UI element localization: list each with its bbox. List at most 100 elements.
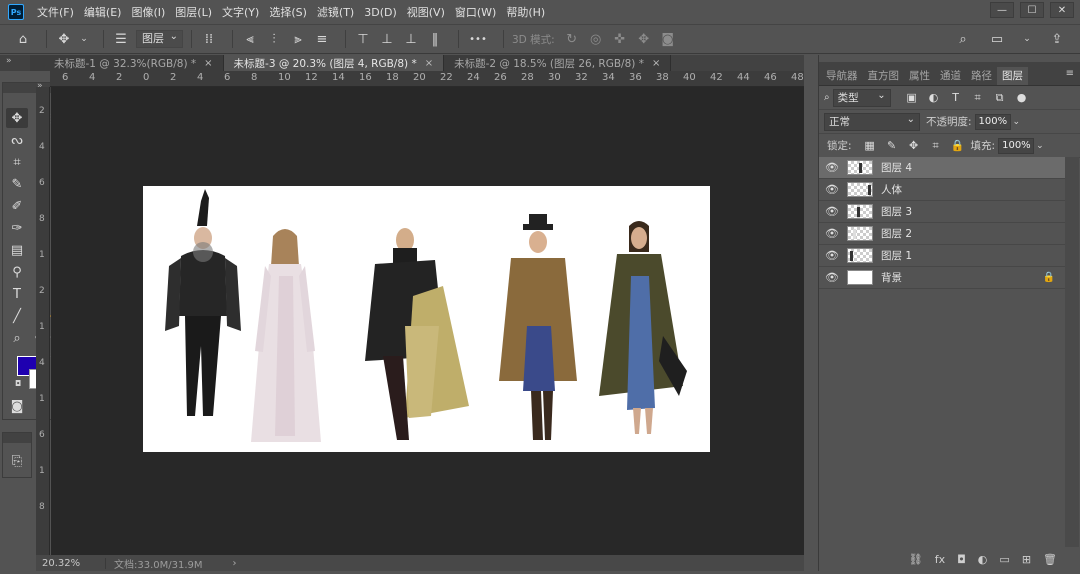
zoom-tool[interactable]: ⌕: [6, 328, 28, 348]
link-layers-icon[interactable]: ⛓: [909, 553, 923, 566]
add-mask-icon[interactable]: ◘: [957, 553, 966, 566]
move-tool[interactable]: ✥: [6, 108, 28, 128]
eyedropper-tool[interactable]: ✎: [6, 174, 28, 194]
transform-controls-icon[interactable]: ⁞⁞: [200, 30, 218, 48]
distribute-icon[interactable]: ≡: [313, 30, 331, 48]
tab-document-2[interactable]: 未标题-2 @ 18.5% (图层 26, RGB/8) * ×: [444, 55, 672, 71]
lock-all-icon[interactable]: 🔒: [951, 139, 965, 153]
more-options-icon[interactable]: •••: [467, 30, 489, 48]
filter-shape-icon[interactable]: ⌗: [971, 91, 985, 105]
menu-select[interactable]: 选择(S): [264, 4, 312, 20]
align-center-icon[interactable]: ⫶: [265, 30, 283, 48]
menu-window[interactable]: 窗口(W): [450, 4, 501, 20]
tab-channels[interactable]: 通道: [935, 67, 966, 85]
fill-input[interactable]: 100%: [998, 137, 1035, 154]
delete-layer-icon[interactable]: 🗑: [1043, 553, 1057, 566]
menu-3d[interactable]: 3D(D): [359, 6, 402, 19]
quick-mask-icon[interactable]: ◙: [6, 396, 28, 416]
filter-pixel-icon[interactable]: ▣: [905, 91, 919, 105]
menu-type[interactable]: 文字(Y): [217, 4, 264, 20]
menu-edit[interactable]: 编辑(E): [79, 4, 127, 20]
layers-scrollbar[interactable]: [1065, 157, 1079, 547]
tab-document-1[interactable]: 未标题-1 @ 32.3%(RGB/8) * ×: [30, 55, 224, 71]
visibility-eye-icon[interactable]: 👁: [819, 271, 845, 284]
type-tool[interactable]: T: [6, 284, 28, 304]
workspace-chevron-icon[interactable]: ⌄: [1022, 30, 1032, 48]
home-icon[interactable]: ⌂: [14, 30, 32, 48]
status-menu-arrow-icon[interactable]: ›: [233, 558, 237, 569]
tab-histogram[interactable]: 直方图: [863, 67, 905, 85]
fill-chevron-icon[interactable]: ⌄: [1036, 141, 1044, 151]
menu-image[interactable]: 图像(I): [126, 4, 170, 20]
tab-layers[interactable]: 图层: [997, 67, 1028, 85]
lock-artboard-icon[interactable]: ⌗: [929, 139, 943, 153]
align-left-icon[interactable]: ⫷: [241, 30, 259, 48]
chevron-down-icon[interactable]: ⌄: [79, 30, 89, 48]
share-icon[interactable]: ⇪: [1048, 30, 1066, 48]
tab-navigator[interactable]: 导航器: [821, 67, 863, 85]
close-button[interactable]: ✕: [1050, 2, 1074, 18]
default-colors-icon[interactable]: ◘: [15, 379, 21, 388]
layer-item-1[interactable]: 👁 图层 1: [819, 245, 1065, 267]
menu-layer[interactable]: 图层(L): [170, 4, 217, 20]
brush-tool[interactable]: ✐: [6, 196, 28, 216]
new-group-icon[interactable]: ▭: [999, 553, 1009, 566]
distribute-vertical-icon[interactable]: ‖: [426, 30, 444, 48]
visibility-eye-icon[interactable]: 👁: [819, 183, 845, 196]
lasso-tool[interactable]: ᔓ: [6, 130, 28, 150]
tab-properties[interactable]: 属性: [904, 67, 935, 85]
filter-type-icon[interactable]: T: [949, 91, 963, 105]
lock-image-icon[interactable]: ✎: [885, 139, 899, 153]
layer-item-2[interactable]: 👁 图层 2: [819, 223, 1065, 245]
new-layer-icon[interactable]: ⊞: [1022, 553, 1031, 566]
menu-filter[interactable]: 滤镜(T): [312, 4, 359, 20]
layer-item-background[interactable]: 👁 背景 🔒: [819, 267, 1065, 289]
maximize-button[interactable]: ☐: [1020, 2, 1044, 18]
opacity-chevron-icon[interactable]: ⌄: [1013, 117, 1021, 127]
close-icon[interactable]: ×: [204, 58, 212, 69]
lock-transparent-icon[interactable]: ▦: [863, 139, 877, 153]
layer-item-4[interactable]: 👁 图层 4: [819, 157, 1065, 179]
opacity-input[interactable]: 100%: [974, 113, 1011, 130]
filter-type-dropdown[interactable]: 类型: [832, 88, 891, 107]
blend-mode-dropdown[interactable]: 正常: [824, 112, 920, 131]
visibility-eye-icon[interactable]: 👁: [819, 161, 845, 174]
align-bottom-icon[interactable]: ⊥: [402, 30, 420, 48]
panel-menu-icon[interactable]: ≡: [1066, 68, 1074, 79]
auto-select-icon[interactable]: ☰: [112, 30, 130, 48]
filter-adjustment-icon[interactable]: ◐: [927, 91, 941, 105]
align-middle-icon[interactable]: ⊥: [378, 30, 396, 48]
history-panel-icon[interactable]: ⎘: [6, 451, 28, 471]
adjustment-layer-icon[interactable]: ◐: [978, 553, 988, 566]
menu-help[interactable]: 帮助(H): [501, 4, 550, 20]
visibility-eye-icon[interactable]: 👁: [819, 227, 845, 240]
align-top-icon[interactable]: ⊤: [354, 30, 372, 48]
history-brush-tool[interactable]: ✑: [6, 218, 28, 238]
close-icon[interactable]: ×: [652, 58, 660, 69]
document-canvas[interactable]: [143, 186, 710, 452]
canvas-area[interactable]: [51, 87, 804, 555]
filter-toggle-icon[interactable]: ●: [1015, 91, 1029, 105]
gradient-tool[interactable]: ▤: [6, 240, 28, 260]
layer-select-dropdown[interactable]: 图层: [136, 29, 183, 48]
menu-file[interactable]: 文件(F): [32, 4, 79, 20]
collapse-icon[interactable]: »: [6, 56, 12, 66]
close-icon[interactable]: ×: [425, 58, 433, 69]
workspace-icon[interactable]: ▭: [988, 30, 1006, 48]
crop-tool[interactable]: ⌗: [6, 152, 28, 172]
minimize-button[interactable]: —: [990, 2, 1014, 18]
search-icon[interactable]: ⌕: [954, 30, 972, 48]
layer-style-icon[interactable]: fx: [935, 553, 945, 566]
tab-paths[interactable]: 路径: [966, 67, 997, 85]
visibility-eye-icon[interactable]: 👁: [819, 205, 845, 218]
visibility-eye-icon[interactable]: 👁: [819, 249, 845, 262]
lock-position-icon[interactable]: ✥: [907, 139, 921, 153]
layer-item-body[interactable]: 👁 人体: [819, 179, 1065, 201]
layer-item-3[interactable]: 👁 图层 3: [819, 201, 1065, 223]
dodge-tool[interactable]: ⚲: [6, 262, 28, 282]
zoom-level[interactable]: 20.32%: [36, 557, 106, 569]
align-right-icon[interactable]: ⫸: [289, 30, 307, 48]
line-tool[interactable]: ╱: [6, 306, 28, 326]
menu-view[interactable]: 视图(V): [402, 4, 450, 20]
filter-smart-object-icon[interactable]: ⧉: [993, 91, 1007, 105]
